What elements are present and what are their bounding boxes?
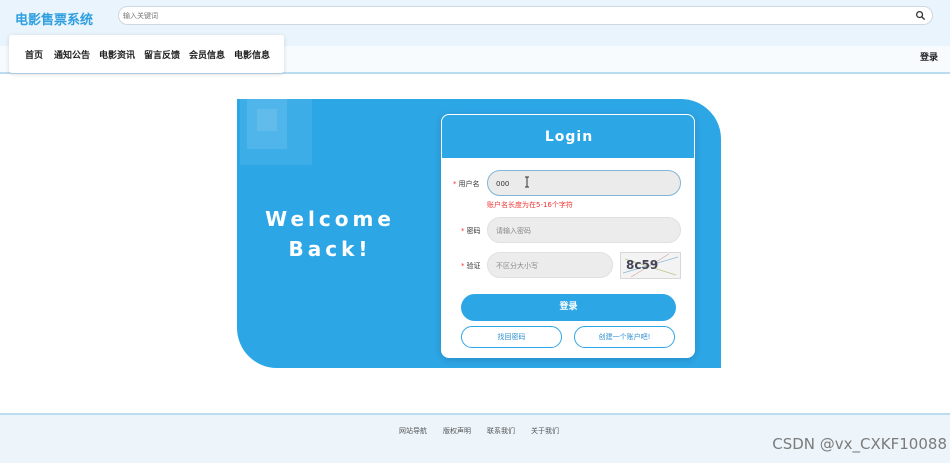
required-mark: *: [461, 262, 465, 270]
password-label: * 密码: [461, 227, 481, 235]
text-cursor-icon: [525, 176, 529, 188]
search-icon[interactable]: [915, 10, 926, 21]
nav-item-home[interactable]: 首页: [25, 48, 43, 61]
username-error: 账户名长度为在5-16个字符: [487, 201, 573, 209]
forgot-password-button[interactable]: 找回密码: [461, 326, 562, 348]
captcha-graphic: 8c59: [622, 253, 679, 278]
footer-link-contact[interactable]: 联系我们: [487, 426, 515, 436]
nav-item-feedback[interactable]: 留言反馈: [144, 48, 180, 61]
captcha-text: 8c59: [626, 258, 658, 272]
password-input[interactable]: [496, 224, 646, 237]
nav-item-movies[interactable]: 电影信息: [234, 48, 270, 61]
welcome-text: Welcome Back!: [265, 204, 395, 264]
nav-item-movie-news[interactable]: 电影资讯: [99, 48, 135, 61]
footer-link-copyright[interactable]: 版权声明: [443, 426, 471, 436]
watermark: CSDN @vx_CXKF10088: [772, 435, 947, 453]
password-field[interactable]: [487, 217, 681, 243]
login-card: Login *用户名 账户名长度为在5-16个字符 *密码 *验证 8c59 登…: [441, 114, 695, 358]
captcha-image[interactable]: 8c59: [620, 252, 681, 279]
captcha-input[interactable]: [496, 259, 606, 272]
username-field[interactable]: [487, 170, 681, 196]
nav-menu: 首页 通知公告 电影资讯 留言反馈 会员信息 电影信息: [9, 35, 284, 73]
login-header: Login: [441, 114, 695, 159]
decor-square: [257, 109, 277, 131]
captcha-field[interactable]: [487, 252, 613, 278]
welcome-line-2: Back!: [288, 237, 372, 261]
nav-item-members[interactable]: 会员信息: [189, 48, 225, 61]
captcha-label: * 验证: [461, 262, 481, 270]
footer-link-sitemap[interactable]: 网站导航: [399, 426, 427, 436]
nav-bar: 首页 通知公告 电影资讯 留言反馈 会员信息 电影信息 登录: [0, 35, 950, 74]
username-input[interactable]: [496, 177, 646, 190]
search-input[interactable]: [123, 8, 903, 23]
login-submit-button[interactable]: 登录: [461, 294, 676, 321]
required-mark: *: [461, 227, 465, 235]
nav-login-link[interactable]: 登录: [920, 50, 938, 63]
welcome-line-1: Welcome: [265, 207, 395, 231]
site-title[interactable]: 电影售票系统: [15, 9, 93, 28]
login-title: Login: [544, 129, 594, 145]
nav-item-notices[interactable]: 通知公告: [54, 48, 90, 61]
username-label: * 用户名: [453, 180, 480, 188]
footer-link-about[interactable]: 关于我们: [531, 426, 559, 436]
required-mark: *: [453, 180, 457, 188]
register-button[interactable]: 创建一个账户吧!: [574, 326, 675, 348]
search-box[interactable]: [118, 6, 933, 25]
